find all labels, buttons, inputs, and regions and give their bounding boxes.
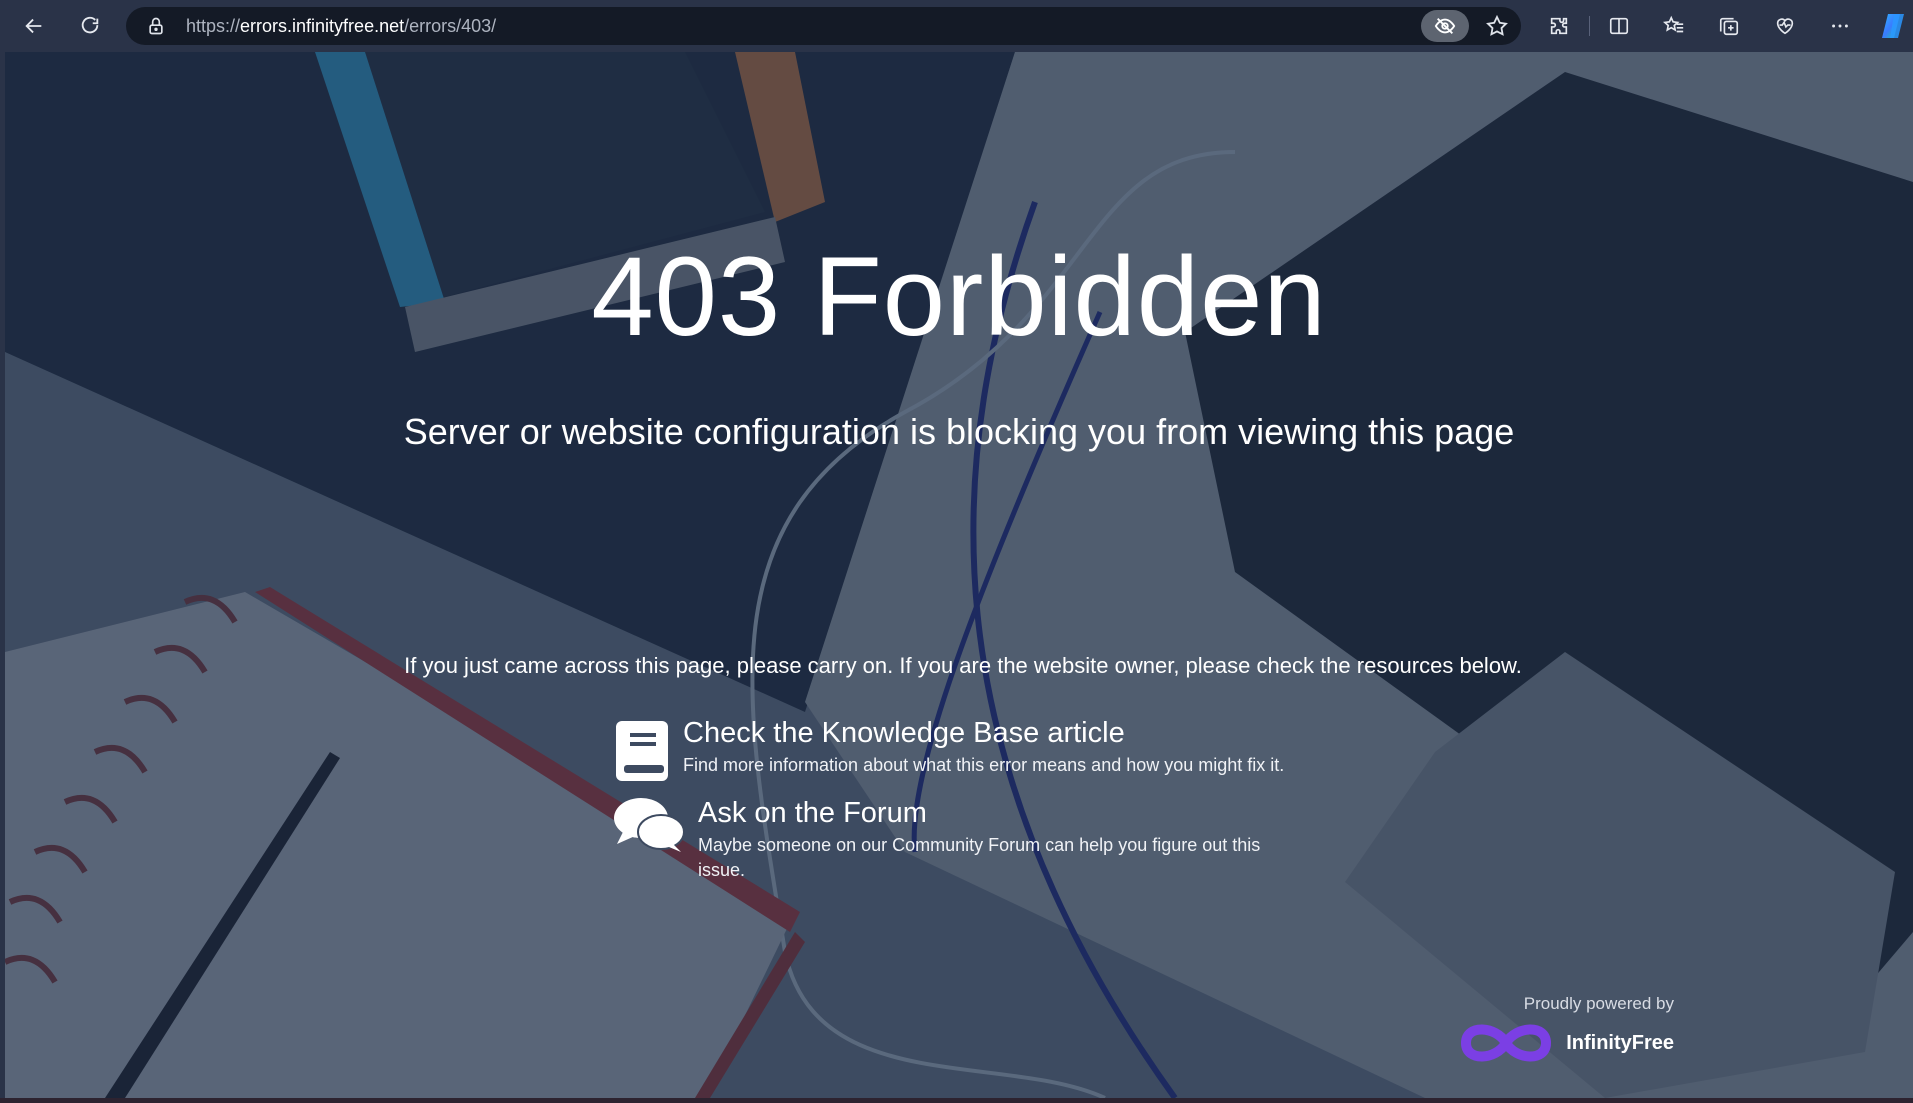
knowledge-base-link[interactable]: Check the Knowledge Base article [683,716,1284,750]
forum-description: Maybe someone on our Community Forum can… [698,835,1261,880]
lock-icon[interactable] [146,16,166,36]
error-title: 403 Forbidden [591,234,1327,359]
browser-essentials-button[interactable] [1767,8,1803,44]
refresh-button[interactable] [72,8,108,44]
knowledge-base-text: Check the Knowledge Base article Find mo… [683,716,1284,778]
error-intro-text: If you just came across this page, pleas… [404,653,1522,678]
toolbar-divider [1589,16,1590,36]
back-button[interactable] [16,8,52,44]
knowledge-base-resource[interactable]: Check the Knowledge Base article Find mo… [613,716,1333,786]
error-subtitle: Server or website configuration is block… [403,411,1515,452]
refresh-icon [81,16,99,34]
more-options-button[interactable] [1822,8,1858,44]
arrow-left-icon [25,18,42,34]
brand-name: InfinityFree [1566,1031,1674,1054]
error-content: 403 Forbidden Server or website configur… [5,52,1913,1098]
collections-icon [1719,17,1739,36]
address-bar[interactable]: https://errors.infinityfree.net/errors/4… [126,7,1521,45]
ellipsis-icon [1832,24,1848,28]
forum-resource[interactable]: Ask on the Forum Maybe someone on our Co… [613,796,1333,896]
split-screen-icon [1609,17,1629,35]
eye-off-icon [1434,18,1456,34]
extensions-button[interactable] [1541,8,1577,44]
powered-by: Proudly powered by [1524,994,1674,1014]
infinityfree-logo[interactable]: InfinityFree [1456,1018,1674,1068]
heart-pulse-icon [1776,18,1794,35]
favorites-icon [1663,15,1684,33]
url-path: /errors/403/ [404,16,497,36]
split-screen-button[interactable] [1601,8,1637,44]
forum-text: Ask on the Forum Maybe someone on our Co… [698,796,1298,883]
puzzle-icon [1550,17,1568,35]
infinity-logo-icon [1461,1024,1552,1062]
book-icon [616,721,668,781]
browser-toolbar: https://errors.infinityfree.net/errors/4… [0,0,1913,52]
url-scheme: https:// [186,16,241,36]
knowledge-base-description: Find more information about what this er… [683,755,1285,775]
star-icon[interactable] [1485,14,1509,38]
error-page: 403 Forbidden Server or website configur… [5,52,1913,1098]
chat-bubbles-icon [614,798,685,852]
favorites-button[interactable] [1656,8,1692,44]
forum-link[interactable]: Ask on the Forum [698,796,1298,830]
tracking-prevention-button[interactable] [1421,10,1469,42]
url-host: errors.infinityfree.net [240,16,405,36]
copilot-icon[interactable] [1878,10,1910,42]
window-bottom-edge [0,1098,1913,1103]
powered-by-label: Proudly powered by [1523,994,1674,1013]
url-text[interactable]: https://errors.infinityfree.net/errors/4… [186,16,496,36]
collections-button[interactable] [1711,8,1747,44]
